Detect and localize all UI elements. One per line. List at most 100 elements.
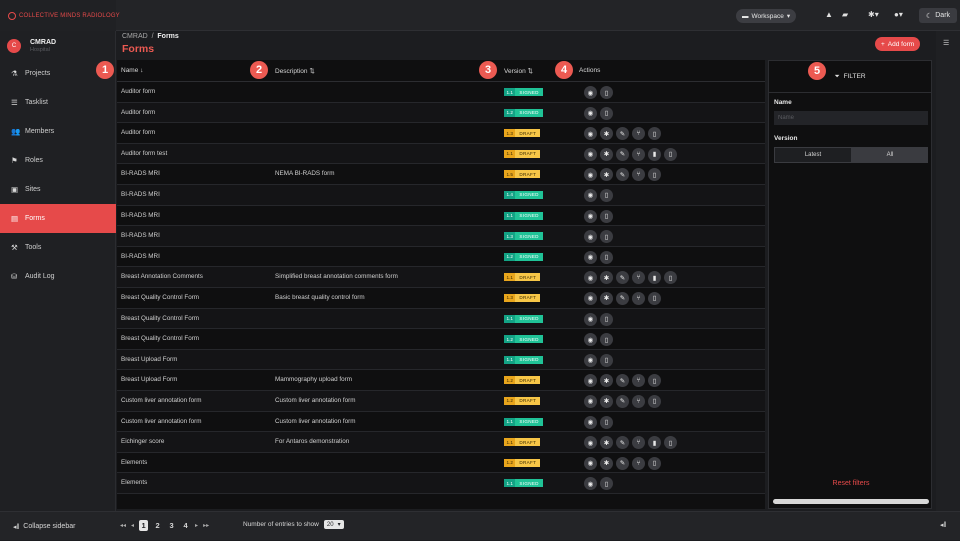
settings-icon[interactable]: ✱ — [600, 291, 613, 305]
table-row[interactable]: Breast Quality Control Form Basic breast … — [117, 288, 765, 309]
bell-icon[interactable]: ▲ — [825, 10, 833, 19]
table-row[interactable]: Breast Quality Control Form 1.2 SIGNED ◉ ▯ — [117, 329, 765, 350]
help-icon[interactable]: ●▾ — [894, 10, 903, 19]
view-icon[interactable]: ◉ — [584, 106, 597, 120]
document-icon[interactable]: ▯ — [648, 168, 661, 182]
view-icon[interactable]: ◉ — [584, 415, 597, 429]
prev-page-icon[interactable]: ◂ — [131, 522, 134, 529]
view-icon[interactable]: ◉ — [584, 291, 597, 305]
document-icon[interactable]: ▯ — [648, 394, 661, 408]
breadcrumb-root[interactable]: CMRAD — [122, 33, 148, 40]
document-icon[interactable]: ▯ — [648, 291, 661, 305]
add-form-button[interactable]: + Add form — [875, 37, 921, 51]
document-icon[interactable]: ▯ — [664, 271, 677, 285]
view-icon[interactable]: ◉ — [584, 353, 597, 367]
document-icon[interactable]: ▯ — [600, 250, 613, 264]
table-row[interactable]: BI-RADS MRI NEMA BI-RADS form 1.5 DRAFT ◉ ✱ ✎ ⑂… — [117, 164, 765, 185]
fork-icon[interactable]: ⑂ — [632, 127, 645, 141]
edit-icon[interactable]: ✎ — [616, 127, 629, 141]
settings-icon[interactable]: ✱ — [600, 456, 613, 470]
view-icon[interactable]: ◉ — [584, 127, 597, 141]
view-icon[interactable]: ◉ — [584, 394, 597, 408]
document-icon[interactable]: ▯ — [664, 147, 677, 161]
table-row[interactable]: Auditor form 1.2 SIGNED ◉ ▯ — [117, 102, 765, 124]
chat-icon[interactable]: ▰ — [842, 10, 848, 19]
settings-icon[interactable]: ✱ — [600, 127, 613, 141]
column-header-name[interactable]: Name ↓ — [121, 67, 143, 74]
edit-icon[interactable]: ✎ — [616, 436, 629, 450]
version-latest-option[interactable]: Latest — [774, 147, 852, 163]
collapse-sidebar-button[interactable]: ◂‖ Collapse sidebar — [0, 512, 116, 541]
view-icon[interactable]: ◉ — [584, 209, 597, 223]
edit-icon[interactable]: ✎ — [616, 271, 629, 285]
edit-icon[interactable]: ✎ — [616, 374, 629, 388]
entries-select[interactable]: 20 ▾ — [323, 520, 344, 529]
view-icon[interactable]: ◉ — [584, 230, 597, 244]
table-row[interactable]: Elements 1.2 DRAFT ◉ ✱ ✎ ⑂ ▯ — [117, 453, 765, 474]
document-icon[interactable]: ▯ — [600, 312, 613, 326]
page-3-button[interactable]: 3 — [167, 520, 176, 531]
table-row[interactable]: Custom liver annotation form Custom liver… — [117, 412, 765, 433]
sidebar-item-tools[interactable]: ⚒ Tools — [0, 233, 116, 262]
table-row[interactable]: BI-RADS MRI 1.4 SIGNED ◉ ▯ — [117, 184, 765, 206]
user-profile[interactable]: C CMRAD Hospital — [0, 31, 116, 61]
filter-toggle-icon[interactable]: ☰ — [943, 39, 949, 47]
document-icon[interactable]: ▯ — [600, 333, 613, 347]
sidebar-item-members[interactable]: 👥 Members — [0, 117, 116, 146]
page-1-button[interactable]: 1 — [139, 520, 149, 531]
expand-panel-icon[interactable]: ◂‖ — [940, 521, 946, 529]
reset-filters-link[interactable]: Reset filters — [769, 480, 933, 487]
edit-icon[interactable]: ✎ — [616, 394, 629, 408]
filter-scrollbar[interactable] — [773, 499, 929, 504]
settings-icon[interactable]: ✱ — [600, 374, 613, 388]
view-icon[interactable]: ◉ — [584, 333, 597, 347]
table-row[interactable]: Auditor form 1.3 DRAFT ◉ ✱ ✎ ⑂ ▯ — [117, 123, 765, 144]
filter-name-input[interactable] — [774, 111, 928, 125]
view-icon[interactable]: ◉ — [584, 456, 597, 470]
view-icon[interactable]: ◉ — [584, 271, 597, 285]
view-icon[interactable]: ◉ — [584, 86, 597, 99]
workspace-dropdown[interactable]: ▬ Workspace ▾ — [736, 9, 797, 23]
view-icon[interactable]: ◉ — [584, 188, 597, 202]
sidebar-item-forms[interactable]: ▤ Forms — [0, 204, 116, 233]
table-row[interactable]: BI-RADS MRI 1.1 SIGNED ◉ ▯ — [117, 206, 765, 227]
sidebar-item-roles[interactable]: ⚑ Roles — [0, 146, 116, 175]
view-icon[interactable]: ◉ — [584, 168, 597, 182]
settings-icon[interactable]: ✱ — [600, 436, 613, 450]
fork-icon[interactable]: ⑂ — [632, 436, 645, 450]
next-page-icon[interactable]: ▸ — [195, 522, 198, 529]
fork-icon[interactable]: ⑂ — [632, 394, 645, 408]
view-icon[interactable]: ◉ — [584, 250, 597, 264]
delete-icon[interactable]: ▮ — [648, 271, 661, 285]
document-icon[interactable]: ▯ — [664, 436, 677, 450]
version-all-option[interactable]: All — [852, 147, 928, 163]
sidebar-item-audit-log[interactable]: ⛁ Audit Log — [0, 262, 116, 291]
settings-icon[interactable]: ✱ — [600, 271, 613, 285]
edit-icon[interactable]: ✎ — [616, 168, 629, 182]
table-row[interactable]: Breast Quality Control Form 1.1 SIGNED ◉ ▯ — [117, 308, 765, 330]
edit-icon[interactable]: ✎ — [616, 147, 629, 161]
document-icon[interactable]: ▯ — [648, 127, 661, 141]
page-2-button[interactable]: 2 — [153, 520, 162, 531]
view-icon[interactable]: ◉ — [584, 147, 597, 161]
brand-logo[interactable]: COLLECTIVE MINDS RADIOLOGY — [0, 0, 120, 31]
table-row[interactable]: Custom liver annotation form Custom liver… — [117, 390, 765, 412]
table-row[interactable]: Breast Annotation Comments Simplified bre… — [117, 267, 765, 288]
view-icon[interactable]: ◉ — [584, 312, 597, 326]
table-row[interactable]: BI-RADS MRI 1.2 SIGNED ◉ ▯ — [117, 247, 765, 268]
table-row[interactable]: Auditor form test 1.1 DRAFT ◉ ✱ ✎ ⑂ ▮ ▯ — [117, 143, 765, 165]
delete-icon[interactable]: ▮ — [648, 147, 661, 161]
document-icon[interactable]: ▯ — [600, 86, 613, 99]
document-icon[interactable]: ▯ — [600, 353, 613, 367]
fork-icon[interactable]: ⑂ — [632, 168, 645, 182]
column-header-description[interactable]: Description ⇅ — [275, 67, 315, 75]
fork-icon[interactable]: ⑂ — [632, 291, 645, 305]
page-4-button[interactable]: 4 — [181, 520, 190, 531]
fork-icon[interactable]: ⑂ — [632, 147, 645, 161]
gear-icon[interactable]: ✱▾ — [868, 10, 879, 19]
settings-icon[interactable]: ✱ — [600, 394, 613, 408]
document-icon[interactable]: ▯ — [600, 209, 613, 223]
table-row[interactable]: Breast Upload Form 1.1 SIGNED ◉ ▯ — [117, 349, 765, 371]
fork-icon[interactable]: ⑂ — [632, 374, 645, 388]
view-icon[interactable]: ◉ — [584, 436, 597, 450]
